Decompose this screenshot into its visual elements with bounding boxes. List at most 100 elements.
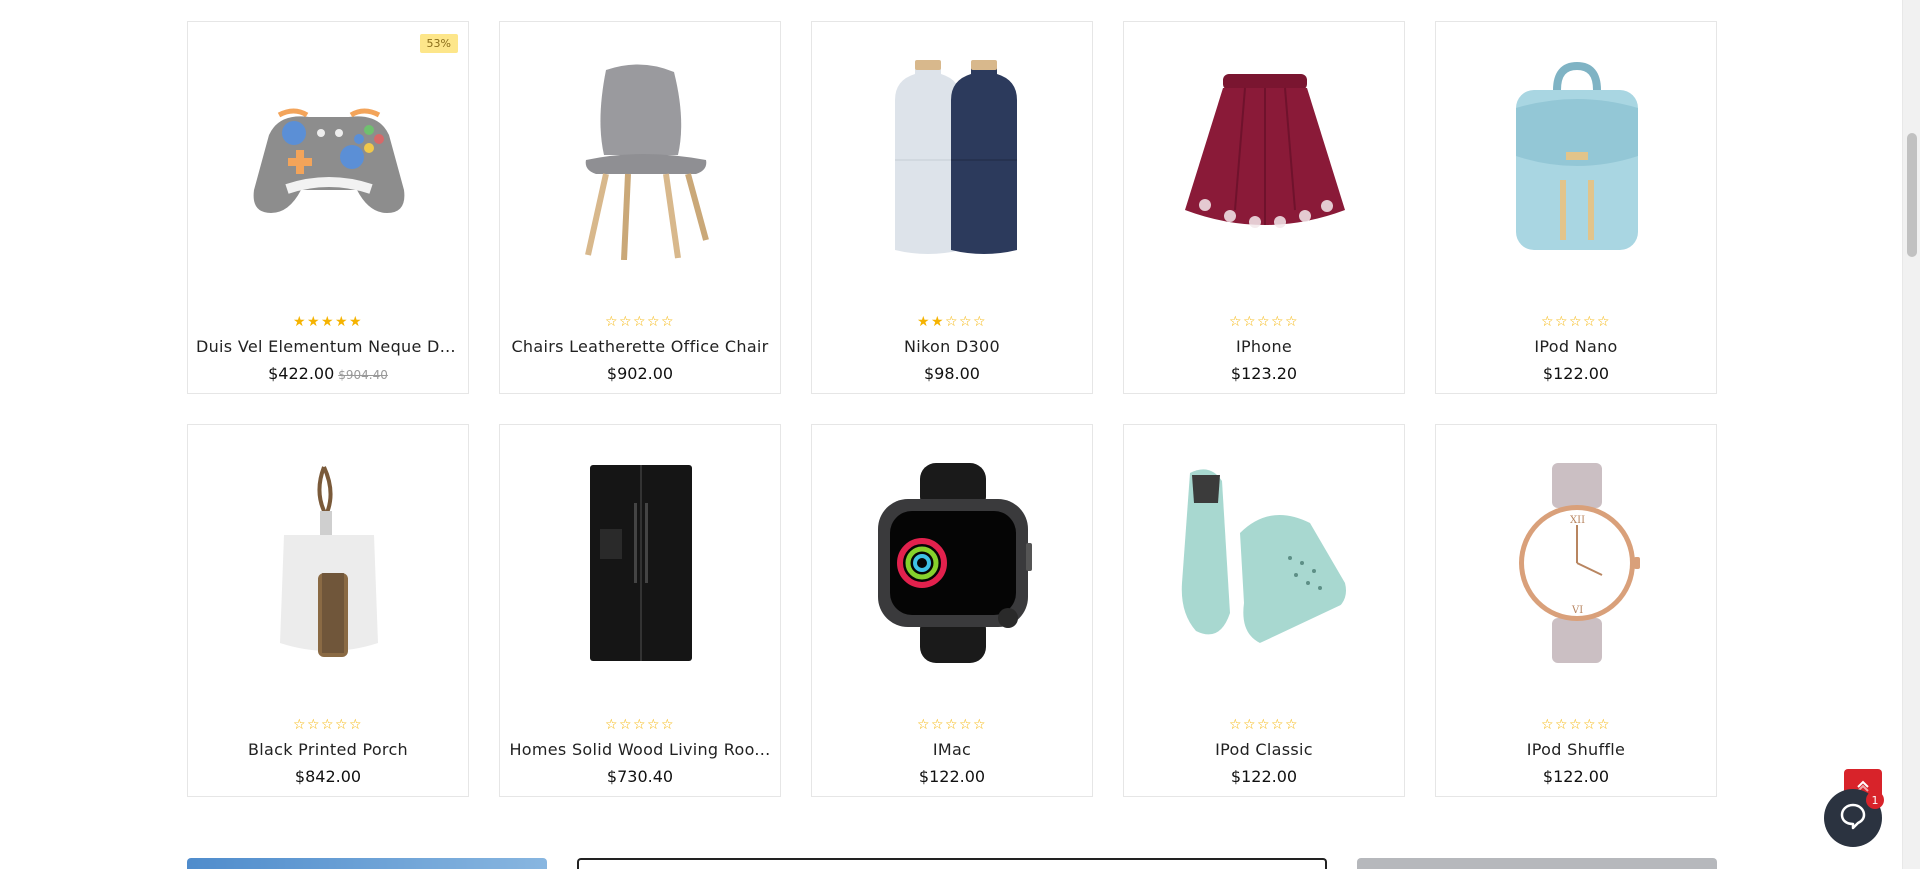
chat-bubble-icon <box>1838 801 1868 835</box>
page: 53% ★★★★★ Duis Vel Elementum Neque Do... $4… <box>0 0 1902 869</box>
star-rating: ☆☆☆☆☆ <box>500 314 780 330</box>
star-rating: ☆☆☆☆☆ <box>188 717 468 733</box>
product-image[interactable] <box>1142 445 1388 681</box>
product-card[interactable]: ☆☆☆☆☆ IMac $122.00 <box>811 424 1093 797</box>
product-title[interactable]: Nikon D300 <box>820 337 1084 357</box>
current-price: $122.00 <box>918 767 986 786</box>
product-card[interactable]: ☆☆☆☆☆ IPhone $123.20 <box>1123 21 1405 394</box>
promo-banner-center[interactable] <box>577 858 1327 869</box>
star-filled-icon: ★ <box>335 314 350 330</box>
product-price: $98.00 <box>812 364 1092 384</box>
current-price: $902.00 <box>606 364 674 383</box>
product-card[interactable]: ☆☆☆☆☆ IPod Nano $122.00 <box>1435 21 1717 394</box>
product-image[interactable] <box>518 42 764 278</box>
product-price: $122.00 <box>1436 767 1716 787</box>
discount-badge: 53% <box>419 34 458 53</box>
promo-banner-left[interactable] <box>187 858 547 869</box>
product-price: $902.00 <box>500 364 780 384</box>
star-outline-icon: ☆ <box>973 717 988 733</box>
product-card[interactable]: ☆☆☆☆☆ Black Printed Porch $842.00 <box>187 424 469 797</box>
product-price: $122.00 <box>812 767 1092 787</box>
star-filled-icon: ★ <box>917 314 932 330</box>
star-filled-icon: ★ <box>349 314 364 330</box>
star-outline-icon: ☆ <box>1285 717 1300 733</box>
product-grid: 53% ★★★★★ Duis Vel Elementum Neque Do... $4… <box>187 21 1717 797</box>
star-outline-icon: ☆ <box>959 314 974 330</box>
star-outline-icon: ☆ <box>1541 717 1556 733</box>
star-rating: ☆☆☆☆☆ <box>1436 717 1716 733</box>
product-image[interactable] <box>206 42 452 278</box>
product-title[interactable]: Homes Solid Wood Living Roo... <box>508 740 772 760</box>
page-scrollbar[interactable] <box>1902 0 1920 869</box>
product-title[interactable]: IPod Nano <box>1444 337 1708 357</box>
star-outline-icon: ☆ <box>1285 314 1300 330</box>
promo-banner-right[interactable] <box>1357 858 1717 869</box>
product-image[interactable]: XII VI <box>1454 445 1700 681</box>
product-price: $122.00 <box>1436 364 1716 384</box>
star-outline-icon: ☆ <box>959 717 974 733</box>
star-outline-icon: ☆ <box>661 314 676 330</box>
product-price: $842.00 <box>188 767 468 787</box>
product-title[interactable]: Black Printed Porch <box>196 740 460 760</box>
product-title[interactable]: IPod Shuffle <box>1444 740 1708 760</box>
star-outline-icon: ☆ <box>661 717 676 733</box>
star-outline-icon: ☆ <box>917 717 932 733</box>
star-outline-icon: ☆ <box>605 314 620 330</box>
star-rating: ☆☆☆☆☆ <box>1124 717 1404 733</box>
star-outline-icon: ☆ <box>349 717 364 733</box>
star-outline-icon: ☆ <box>633 717 648 733</box>
star-outline-icon: ☆ <box>1229 314 1244 330</box>
star-outline-icon: ☆ <box>1597 314 1612 330</box>
star-outline-icon: ☆ <box>619 314 634 330</box>
star-filled-icon: ★ <box>293 314 308 330</box>
product-card[interactable]: 53% ★★★★★ Duis Vel Elementum Neque Do... $4… <box>187 21 469 394</box>
scrollbar-thumb[interactable] <box>1907 133 1917 257</box>
product-price: $730.40 <box>500 767 780 787</box>
current-price: $122.00 <box>1542 364 1610 383</box>
star-rating: ★★★★★ <box>188 314 468 330</box>
current-price: $842.00 <box>294 767 362 786</box>
product-card[interactable]: ★★☆☆☆ Nikon D300 $98.00 <box>811 21 1093 394</box>
star-filled-icon: ★ <box>931 314 946 330</box>
product-image[interactable] <box>1142 42 1388 278</box>
chat-widget-button[interactable]: 1 <box>1824 789 1884 847</box>
star-outline-icon: ☆ <box>1583 314 1598 330</box>
svg-text:VI: VI <box>1571 605 1583 616</box>
star-outline-icon: ☆ <box>1271 314 1286 330</box>
star-outline-icon: ☆ <box>605 717 620 733</box>
product-title[interactable]: IPhone <box>1132 337 1396 357</box>
star-rating: ☆☆☆☆☆ <box>1436 314 1716 330</box>
star-outline-icon: ☆ <box>1555 717 1570 733</box>
product-price: $422.00 $904.40 <box>188 364 468 385</box>
star-outline-icon: ☆ <box>1257 717 1272 733</box>
product-image[interactable] <box>206 445 452 681</box>
star-outline-icon: ☆ <box>633 314 648 330</box>
product-image[interactable] <box>830 445 1076 681</box>
product-image[interactable] <box>1454 42 1700 278</box>
product-card[interactable]: ☆☆☆☆☆ Homes Solid Wood Living Roo... $730.… <box>499 424 781 797</box>
product-card[interactable]: ☆☆☆☆☆ Chairs Leatherette Office Chair $902… <box>499 21 781 394</box>
star-outline-icon: ☆ <box>945 314 960 330</box>
product-image[interactable] <box>830 42 1076 278</box>
product-image[interactable] <box>518 445 764 681</box>
product-title[interactable]: IMac <box>820 740 1084 760</box>
svg-text:XII: XII <box>1570 515 1585 526</box>
product-card[interactable]: ☆☆☆☆☆ IPod Classic $122.00 <box>1123 424 1405 797</box>
star-outline-icon: ☆ <box>647 717 662 733</box>
star-outline-icon: ☆ <box>1541 314 1556 330</box>
product-title[interactable]: Duis Vel Elementum Neque Do... <box>196 337 460 357</box>
star-outline-icon: ☆ <box>945 717 960 733</box>
product-title[interactable]: IPod Classic <box>1132 740 1396 760</box>
old-price: $904.40 <box>338 368 388 382</box>
star-rating: ☆☆☆☆☆ <box>500 717 780 733</box>
star-outline-icon: ☆ <box>1271 717 1286 733</box>
product-card[interactable]: XII VI ☆☆☆☆☆ IPod Shuffle $122.00 <box>1435 424 1717 797</box>
product-title[interactable]: Chairs Leatherette Office Chair <box>508 337 772 357</box>
current-price: $422.00 <box>268 364 335 383</box>
star-outline-icon: ☆ <box>1229 717 1244 733</box>
chat-unread-badge: 1 <box>1866 791 1884 809</box>
current-price: $98.00 <box>924 364 980 383</box>
star-outline-icon: ☆ <box>1243 717 1258 733</box>
star-outline-icon: ☆ <box>293 717 308 733</box>
current-price: $122.00 <box>1542 767 1610 786</box>
